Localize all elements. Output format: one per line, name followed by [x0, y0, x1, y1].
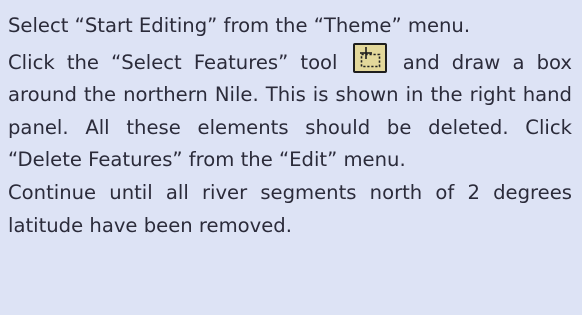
- step-3-text: Continue until all river segments north …: [8, 180, 572, 237]
- instruction-step-1: Select “Start Editing” from the “Theme” …: [8, 10, 572, 43]
- step-2-text-before-icon: Click the “Select Features” tool: [8, 50, 338, 74]
- select-features-tool-glyph: [359, 46, 380, 67]
- instructions-panel: Select “Start Editing” from the “Theme” …: [0, 0, 582, 315]
- select-features-tool-icon: [352, 42, 387, 73]
- step-1-text: Select “Start Editing” from the “Theme” …: [8, 14, 471, 37]
- instruction-step-3: Continue until all river segments north …: [8, 177, 572, 242]
- instruction-step-2: Click the “Select Features” tool and dra…: [8, 42, 572, 177]
